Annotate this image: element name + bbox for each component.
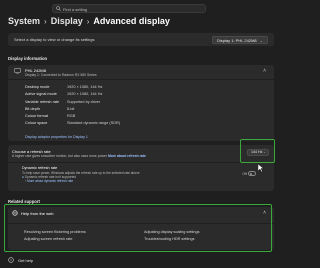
breadcrumb-system[interactable]: System (8, 16, 40, 26)
more-about-dynamic-refresh-link[interactable]: More about dynamic refresh rate (27, 179, 73, 183)
display-info-table: Desktop mode 1920 × 1080, 144 Hz Active … (25, 85, 175, 129)
mouse-cursor-icon (258, 164, 264, 172)
info-value: Standard dynamic range (SDR) (67, 121, 120, 126)
info-key: Desktop mode (25, 85, 50, 89)
toggle-state-label: Off (242, 172, 247, 176)
monitor-subtitle: Display 1: Connected to Radeon RX 580 Se… (25, 72, 97, 77)
info-key: Variable refresh rate (25, 99, 60, 104)
get-help-link[interactable]: ? Get help (8, 257, 33, 263)
select-display-card: Select a display to view or change its s… (8, 33, 274, 46)
info-value: 8-bit (67, 106, 75, 111)
divider (8, 162, 274, 163)
info-key: Active signal mode (25, 92, 57, 97)
refresh-rate-card: Choose a refresh rate A higher rate give… (8, 145, 274, 191)
select-display-label: Select a display to view or change its s… (14, 37, 95, 42)
display-information-heading: Display information (8, 56, 48, 61)
adapter-properties-link[interactable]: Display adaptor properties for Display 1 (25, 135, 88, 139)
refresh-rate-dropdown[interactable]: 144 Hz ⌄ (247, 149, 269, 156)
svg-text:?: ? (10, 258, 12, 262)
info-icon: ● (22, 174, 24, 179)
info-row: Bit depth 8-bit (25, 107, 175, 114)
display-select-dropdown[interactable]: Display 1: PHL 242M8 ⌄ (212, 35, 268, 44)
info-row: Colour format RGB (25, 114, 175, 121)
help-icon: ? (8, 257, 14, 263)
info-key: Bit depth (25, 106, 40, 111)
info-value: 1920 × 1080, 144 Hz (67, 92, 103, 97)
chevron-right-icon: › (25, 178, 27, 183)
chevron-down-icon: ⌄ (259, 37, 263, 43)
page-title: Advanced display (93, 16, 170, 26)
divider (8, 79, 274, 80)
display-select-value: Display 1: PHL 242M8 (217, 37, 257, 43)
refresh-rate-description: A higher rate gives smoother motion, but… (12, 154, 146, 158)
refresh-rate-desc-text: A higher rate gives smoother motion, but… (12, 154, 107, 158)
info-row: Active signal mode 1920 × 1080, 144 Hz (25, 92, 175, 99)
info-row: Variable refresh rate Supported by drive… (25, 100, 175, 107)
dynamic-refresh-title: Dynamic refresh rate (22, 166, 58, 170)
monitor-icon (14, 68, 21, 74)
breadcrumb-separator: › (44, 16, 47, 26)
breadcrumb: System › Display › Advanced display (8, 15, 170, 27)
help-section-highlight (4, 204, 272, 252)
info-value: Supported by driver (67, 99, 101, 104)
info-value: 1920 × 1080, 144 Hz (67, 85, 103, 89)
chevron-up-icon[interactable]: ˄ (263, 68, 266, 74)
monitor-header[interactable]: PHL 242M8 Display 1: Connected to Radeon… (8, 65, 274, 78)
search-box[interactable]: Find a setting (52, 4, 206, 13)
info-row: Colour space Standard dynamic range (SDR… (25, 121, 175, 128)
info-row: Desktop mode 1920 × 1080, 144 Hz (25, 85, 175, 92)
info-key: Colour format (25, 114, 49, 119)
more-about-refresh-rate-link[interactable]: More about refresh rate (108, 154, 146, 158)
breadcrumb-separator: › (86, 16, 90, 26)
dynamic-refresh-more: › More about dynamic refresh rate (25, 179, 73, 183)
refresh-rate-value: 144 Hz (251, 150, 263, 154)
chevron-down-icon: ⌄ (262, 150, 266, 154)
info-key: Colour space (25, 121, 48, 126)
dynamic-refresh-toggle[interactable] (248, 171, 256, 176)
breadcrumb-display[interactable]: Display (51, 16, 83, 26)
get-help-label: Get help (18, 257, 34, 263)
info-value: RGB (67, 114, 76, 119)
search-placeholder: Find a setting (63, 7, 88, 12)
display-information-card: PHL 242M8 Display 1: Connected to Radeon… (8, 65, 274, 141)
search-icon (56, 6, 61, 11)
toggle-knob (250, 172, 252, 175)
